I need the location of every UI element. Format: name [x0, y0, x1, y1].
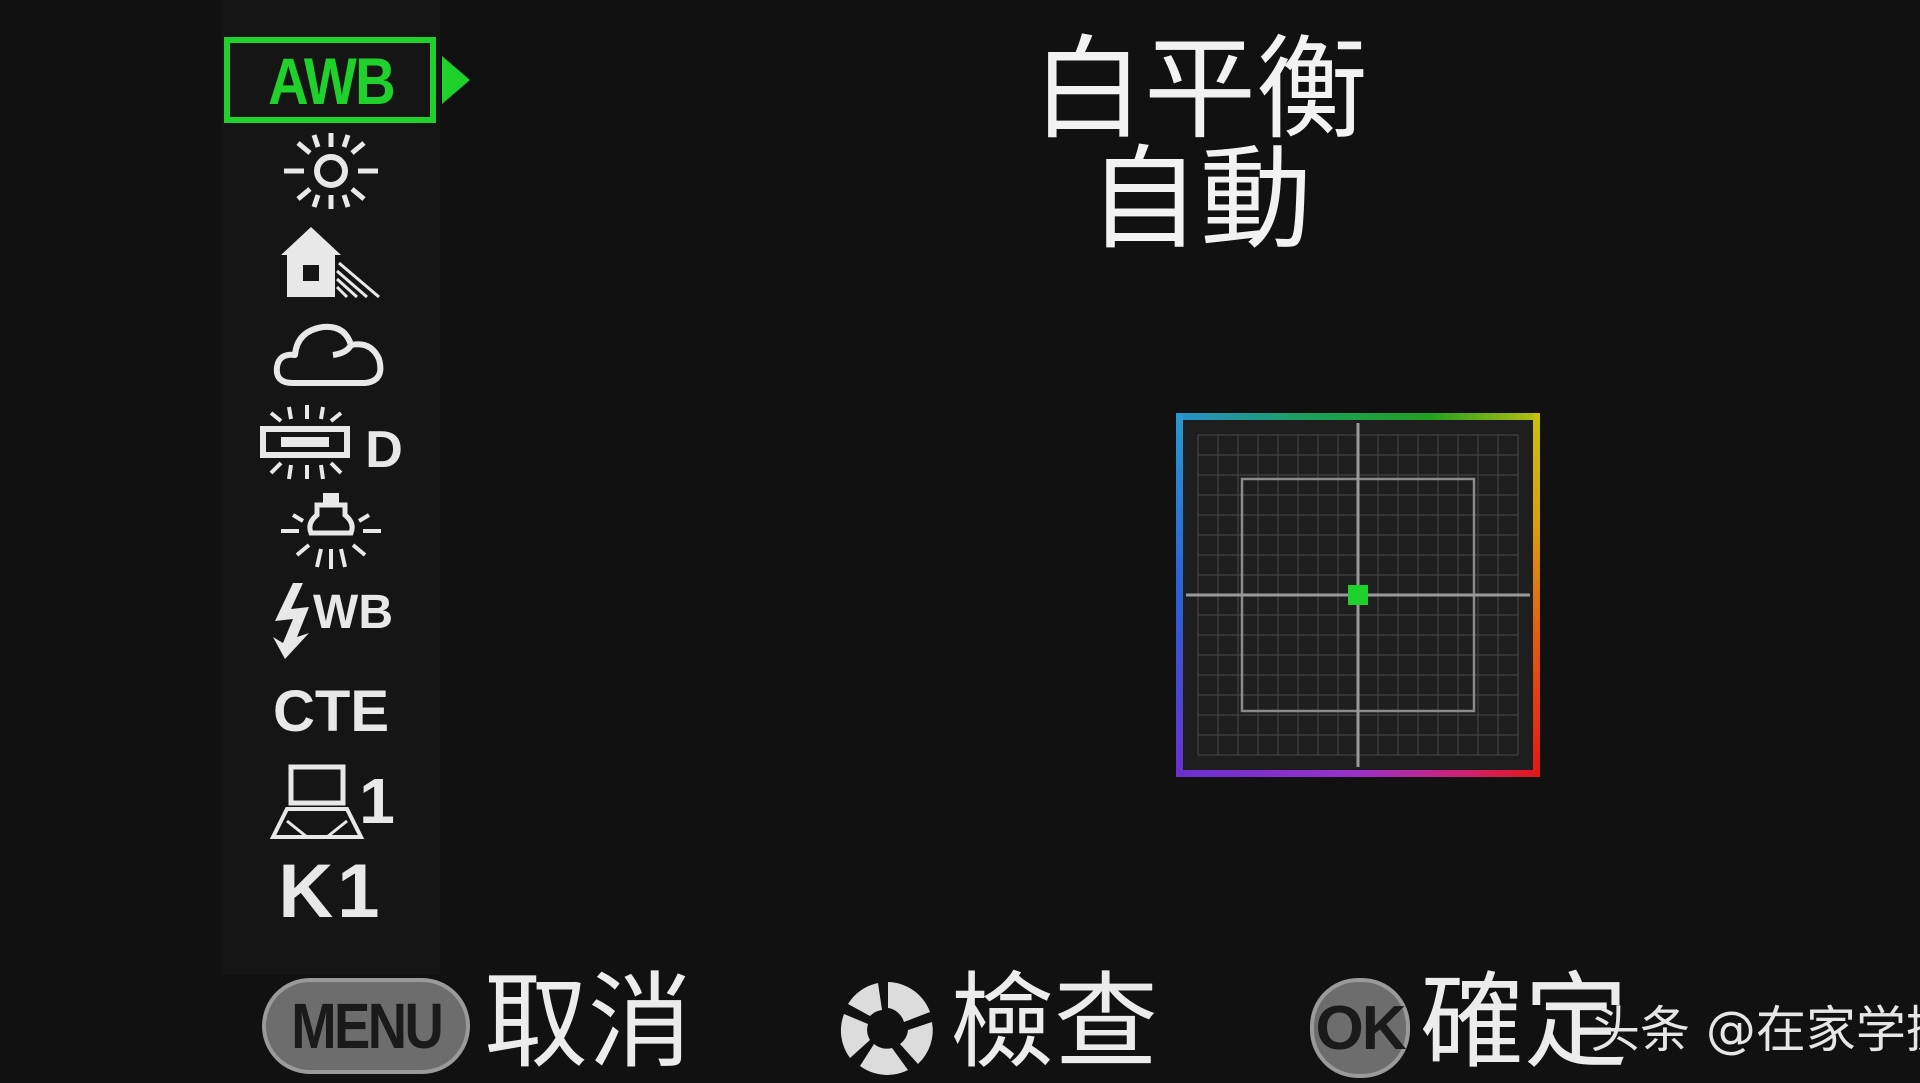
wb-shift-cursor[interactable]	[1348, 585, 1368, 605]
wb-mode-kelvin1[interactable]: K1	[222, 848, 440, 934]
wb-mode-cte[interactable]: CTE	[222, 670, 440, 752]
page-title: 白平衡	[1032, 25, 1368, 155]
flash-wb-label: WB	[313, 585, 393, 639]
check-label: 檢查	[950, 961, 1159, 1083]
cancel-label: 取消	[484, 961, 693, 1083]
wb-mode-flash[interactable]: WB	[222, 580, 440, 662]
cloud-icon	[273, 323, 384, 386]
wb-mode-name: 自動	[1088, 135, 1312, 265]
wb-mode-awb[interactable]: AWB	[222, 40, 440, 122]
awb-icon: AWB	[268, 44, 395, 118]
cte-icon: CTE	[273, 678, 389, 744]
wb-mode-daylight[interactable]	[222, 130, 440, 212]
fluorescent-icon	[260, 405, 351, 480]
right-arrow-icon	[442, 56, 470, 104]
wb-mode-manual1[interactable]: 1	[222, 760, 440, 842]
wb-mode-tungsten[interactable]	[222, 490, 440, 572]
sun-icon	[284, 133, 378, 209]
watermark: 头条 @在家学摄影	[1590, 1001, 1920, 1059]
wb-fine-tune-grid[interactable]	[1176, 413, 1540, 777]
shade-house-icon	[281, 227, 380, 299]
flash-wb-icon	[273, 583, 310, 659]
kelvin-icon: K1	[278, 848, 384, 934]
wb-mode-fluorescent[interactable]: D	[222, 400, 440, 482]
manual-wb-number: 1	[359, 765, 395, 837]
wb-mode-shade[interactable]	[222, 220, 440, 302]
bulb-icon	[281, 493, 381, 569]
manual-wb-icon	[269, 764, 365, 839]
wb-mode-cloudy[interactable]	[222, 310, 440, 392]
menu-button[interactable]: MENU	[262, 978, 470, 1074]
fluorescent-label: D	[365, 421, 403, 479]
aperture-icon[interactable]	[838, 978, 938, 1078]
ok-button-label: OK	[1315, 993, 1407, 1063]
menu-button-label: MENU	[291, 990, 444, 1062]
wb-mode-list: AWB D WB CTE 1 K1	[222, 0, 440, 975]
ok-button[interactable]: OK	[1310, 978, 1410, 1078]
